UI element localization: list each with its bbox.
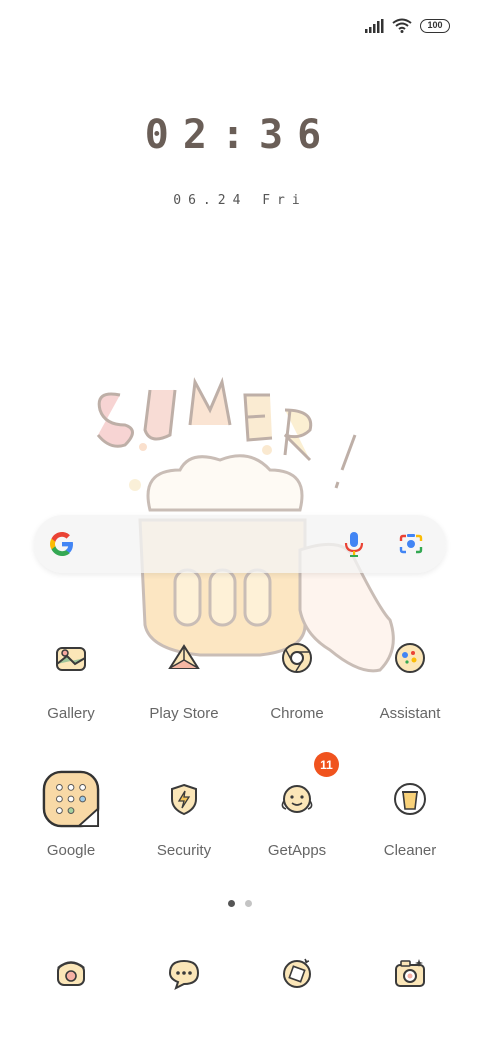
app-label: Cleaner	[383, 842, 437, 859]
page-indicator[interactable]	[0, 900, 480, 907]
dock-camera[interactable]	[354, 953, 466, 993]
app-label: Chrome	[270, 705, 324, 722]
dock-messages[interactable]	[128, 953, 240, 993]
app-play-store[interactable]: Play Store	[128, 633, 240, 722]
gallery-icon	[56, 647, 86, 671]
google-g-icon[interactable]	[48, 530, 76, 558]
app-security[interactable]: Security	[128, 770, 240, 859]
messages-icon	[168, 959, 200, 990]
status-bar: 100	[364, 18, 450, 33]
app-label: GetApps	[267, 842, 327, 859]
security-icon	[171, 783, 197, 816]
mic-icon[interactable]	[342, 530, 366, 558]
app-label: Play Store	[149, 705, 219, 722]
app-chrome[interactable]: Chrome	[241, 633, 353, 722]
camera-icon	[395, 959, 425, 987]
app-assistant[interactable]: Assistant	[354, 633, 466, 722]
browser-icon	[283, 958, 311, 988]
dock-browser[interactable]	[241, 953, 353, 993]
app-label: Gallery	[47, 705, 95, 722]
app-gallery[interactable]: Gallery	[15, 633, 127, 722]
google-folder-icon	[42, 770, 100, 828]
play-store-icon	[168, 644, 200, 669]
app-cleaner[interactable]: Cleaner	[354, 770, 466, 859]
wifi-icon	[392, 18, 412, 33]
app-google-folder[interactable]: Google	[15, 770, 127, 859]
page-dot[interactable]	[245, 900, 252, 907]
google-search-bar[interactable]	[34, 515, 446, 573]
app-label: Google	[46, 842, 96, 859]
app-getapps[interactable]: GetApps	[241, 770, 353, 859]
app-label: Assistant	[379, 705, 441, 722]
battery-level: 100	[427, 20, 443, 30]
lockscreen-clock[interactable]: 02:36	[0, 112, 480, 158]
app-label: Security	[156, 842, 212, 859]
lockscreen-date[interactable]: 06.24 Fri	[0, 193, 480, 208]
getapps-icon	[281, 785, 313, 813]
assistant-icon	[395, 643, 425, 673]
cleaner-icon	[394, 783, 426, 815]
signal-bars-icon	[365, 18, 384, 33]
battery-indicator: 100	[420, 18, 450, 33]
notification-badge: 11	[314, 752, 339, 777]
phone-icon	[57, 961, 85, 986]
dock-phone[interactable]	[15, 953, 127, 993]
chrome-icon	[282, 643, 312, 673]
lens-camera-icon[interactable]	[398, 532, 424, 556]
page-dot-active[interactable]	[228, 900, 235, 907]
